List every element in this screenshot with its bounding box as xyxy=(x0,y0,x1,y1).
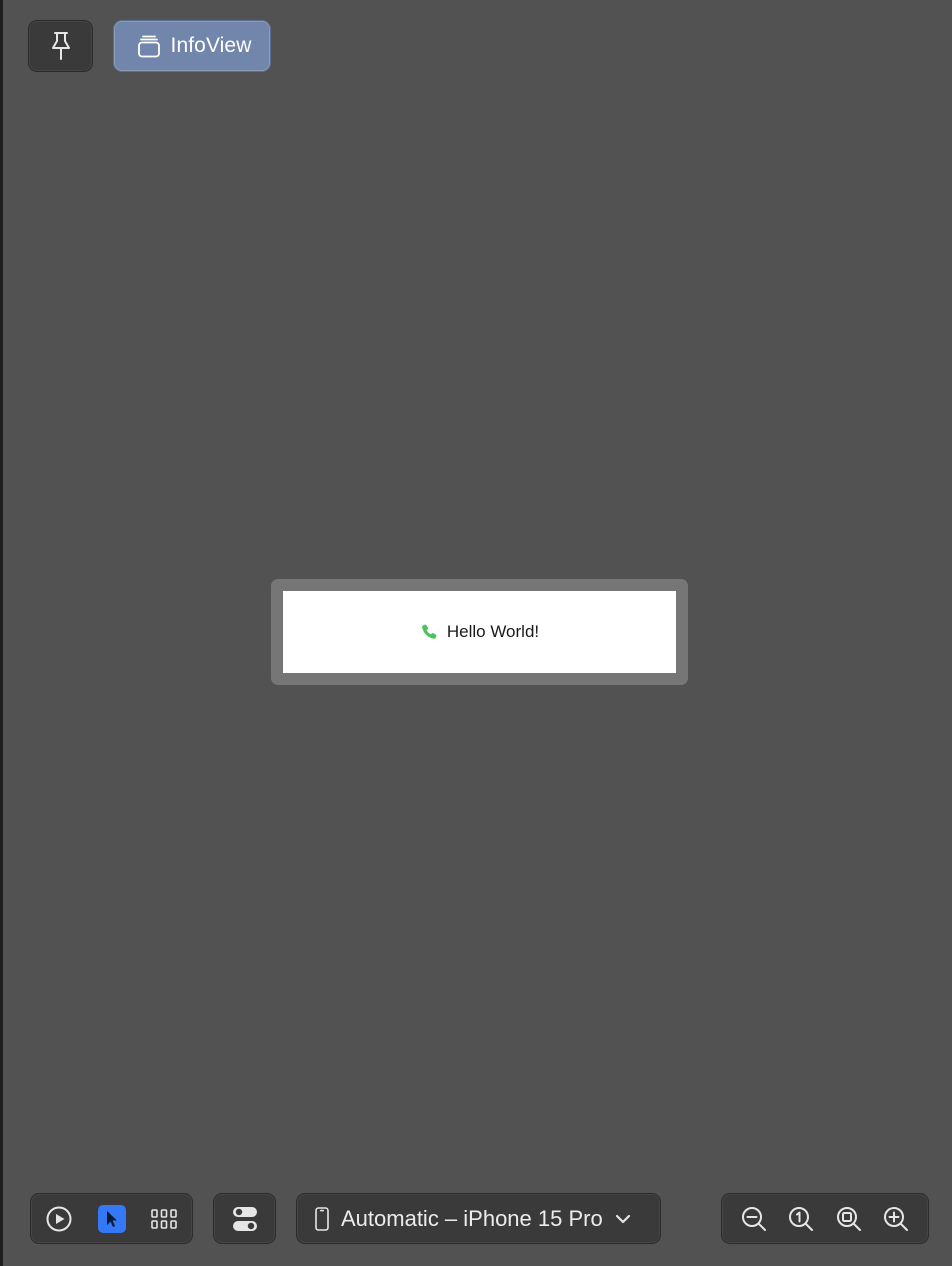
preview-content[interactable]: Hello World! xyxy=(283,591,676,673)
stack-icon xyxy=(137,34,161,58)
zoom-out-button[interactable] xyxy=(736,1201,772,1237)
zoom-controls xyxy=(721,1193,929,1244)
pin-icon xyxy=(49,31,73,61)
zoom-to-fit-button[interactable] xyxy=(831,1201,867,1237)
live-preview-button[interactable] xyxy=(41,1201,77,1237)
zoom-out-icon xyxy=(740,1205,768,1233)
iphone-icon xyxy=(315,1206,329,1231)
preview-mode-group xyxy=(30,1193,193,1244)
cursor-arrow-icon xyxy=(104,1210,120,1228)
phone-icon xyxy=(420,623,438,641)
canvas-settings-button[interactable] xyxy=(213,1193,276,1244)
zoom-actual-size-icon xyxy=(787,1205,815,1233)
chevron-down-icon xyxy=(615,1213,631,1225)
variants-grid-button[interactable] xyxy=(146,1201,182,1237)
pin-preview-button[interactable] xyxy=(28,20,93,72)
zoom-actual-size-button[interactable] xyxy=(783,1201,819,1237)
device-selector-label: Automatic – iPhone 15 Pro xyxy=(341,1205,603,1231)
grid-icon xyxy=(151,1208,177,1229)
selectable-mode-highlight xyxy=(97,1204,126,1233)
zoom-in-icon xyxy=(882,1205,910,1233)
preview-tab-infoview[interactable]: InfoView xyxy=(113,20,271,72)
zoom-to-fit-icon xyxy=(835,1205,863,1233)
device-selector[interactable]: Automatic – iPhone 15 Pro xyxy=(296,1193,661,1244)
preview-tab-label: InfoView xyxy=(170,34,252,57)
toggles-icon xyxy=(231,1205,259,1233)
play-circle-icon xyxy=(45,1205,73,1233)
hello-world-text: Hello World! xyxy=(446,622,540,641)
zoom-in-button[interactable] xyxy=(878,1201,914,1237)
preview-device-frame: Hello World! xyxy=(271,579,688,685)
preview-canvas: InfoView Hello World! Automatic – iPhone… xyxy=(0,0,952,1266)
selectable-mode-button[interactable] xyxy=(94,1201,130,1237)
